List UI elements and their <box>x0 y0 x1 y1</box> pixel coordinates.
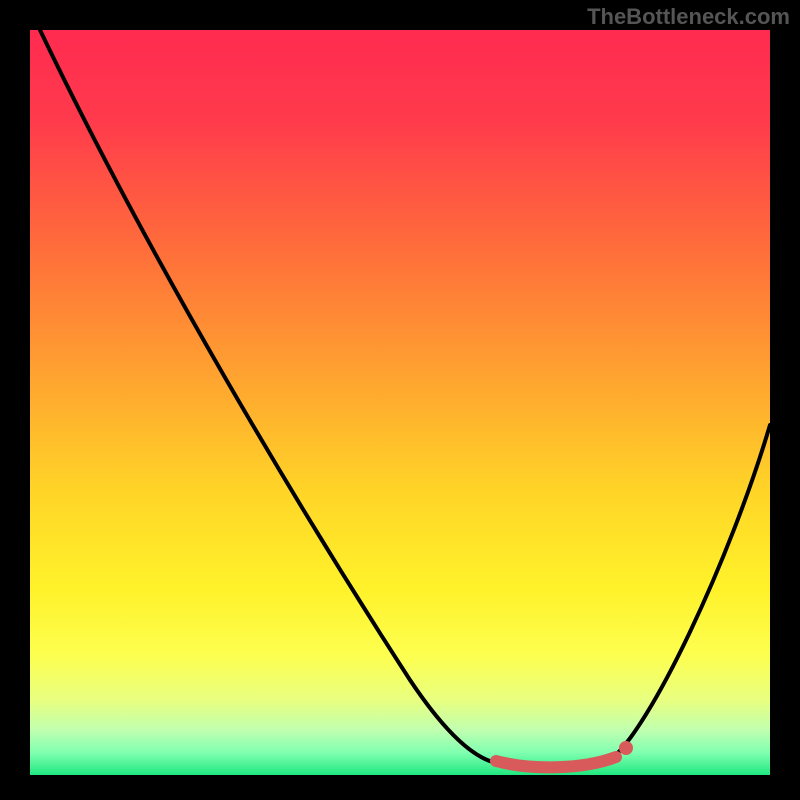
chart-container: TheBottleneck.com <box>0 0 800 800</box>
bottleneck-plot <box>30 30 770 775</box>
optimal-end-dot <box>619 741 633 755</box>
plot-svg <box>30 30 770 775</box>
watermark-text: TheBottleneck.com <box>587 4 790 30</box>
